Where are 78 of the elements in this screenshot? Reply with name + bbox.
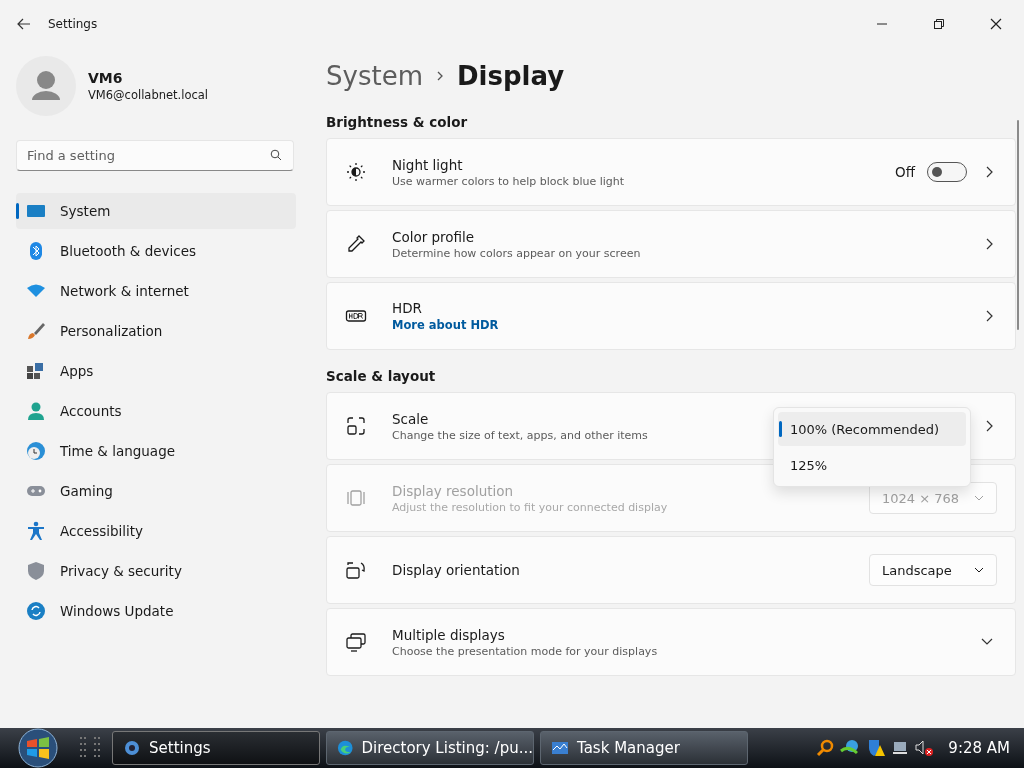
setting-card[interactable]: Display orientation Landscape — [326, 536, 1016, 604]
chart-icon — [551, 739, 569, 757]
nav-item[interactable]: Accessibility — [16, 513, 296, 549]
network-icon — [840, 739, 861, 757]
setting-title: Night light — [392, 156, 463, 173]
rotate-icon — [345, 559, 367, 581]
nav-item[interactable]: Personalization — [16, 313, 296, 349]
clock: 9:28 AM — [948, 739, 1010, 757]
browser-icon — [337, 739, 354, 757]
nav-item[interactable]: System — [16, 193, 296, 229]
magnifier-icon — [816, 739, 835, 757]
section-heading: Brightness & color — [326, 114, 469, 130]
setting-title: Display orientation — [392, 562, 520, 578]
resize-icon — [345, 487, 367, 509]
taskbar-button[interactable]: Task Manager — [540, 731, 748, 765]
toggle-switch[interactable] — [927, 162, 967, 182]
sun-icon — [345, 161, 367, 183]
chevron-right-icon — [985, 310, 993, 322]
nav-item[interactable]: Apps — [16, 353, 296, 389]
setting-description: Determine how colors appear on your screen — [392, 246, 641, 260]
section-heading: Scale & layout — [326, 368, 437, 384]
nav-item[interactable]: Gaming — [16, 473, 296, 509]
setting-card[interactable]: Multiple displays Choose the presentation mode for your displays — [326, 608, 1016, 676]
setting-title: Scale — [392, 410, 429, 427]
more-link[interactable]: More about HDR — [392, 318, 499, 332]
chevron-right-icon — [985, 238, 993, 250]
search-icon — [270, 149, 282, 161]
chevron-down-icon — [974, 495, 984, 501]
setting-description: Use warmer colors to help block blue light — [392, 174, 625, 188]
chevron-down-icon — [981, 638, 993, 646]
nav-item[interactable]: Time & language — [16, 433, 296, 469]
display-icon — [892, 740, 909, 756]
nav-icon — [26, 321, 46, 341]
gear-icon — [123, 739, 141, 757]
search-field[interactable]: Find a setting — [16, 140, 294, 171]
nav-icon — [26, 601, 46, 621]
setting-title: Color profile — [392, 228, 475, 245]
nav-icon — [26, 441, 46, 461]
setting-description: Change the size of text, apps, and other items — [392, 428, 648, 442]
nav-icon — [26, 521, 46, 541]
taskbar-button[interactable]: Settings — [112, 731, 320, 765]
nav-icon — [26, 401, 46, 421]
nav-icon — [26, 561, 46, 581]
nav-item[interactable]: Accounts — [16, 393, 296, 429]
user-email: VM6@collabnet.local — [88, 88, 209, 102]
shield-warning-icon — [866, 739, 887, 757]
dropper-icon — [345, 233, 367, 255]
muted-speaker-icon — [914, 739, 935, 757]
nav-item[interactable]: Bluetooth & devices — [16, 233, 296, 269]
setting-description: Choose the presentation mode for your displays — [392, 644, 658, 658]
chevron-right-icon — [985, 166, 993, 178]
setting-description: Adjust the resolution to fit your connected display — [392, 500, 668, 514]
nav-item[interactable]: Windows Update — [16, 593, 296, 629]
setting-title: HDR — [392, 300, 422, 316]
window-title: Settings — [48, 17, 98, 31]
back-arrow-icon — [17, 18, 31, 30]
nav-icon — [26, 361, 46, 381]
nav-item[interactable]: Privacy & security — [16, 553, 296, 589]
avatar-icon — [16, 56, 76, 116]
chevron-right-icon — [985, 420, 993, 432]
scrollbar[interactable] — [1017, 120, 1019, 330]
chevron-down-icon — [974, 567, 984, 573]
toggle-state: Off — [895, 164, 915, 180]
breadcrumb-link[interactable]: System — [326, 61, 423, 91]
page-title: Display — [456, 61, 565, 91]
setting-card[interactable]: Night light Use warmer colors to help block blue light Off — [326, 138, 1016, 206]
setting-title: Multiple displays — [392, 626, 505, 643]
menu-option[interactable]: 100% (Recommended) — [778, 412, 966, 446]
setting-card[interactable]: HDR More about HDR — [326, 282, 1016, 350]
restore-icon — [932, 18, 945, 30]
monitors-icon — [345, 631, 367, 653]
dropdown[interactable]: Landscape — [869, 554, 997, 586]
taskbar-button[interactable]: Directory Listing: /pu... — [326, 731, 534, 765]
setting-card[interactable]: Color profile Determine how colors appear on your screen — [326, 210, 1016, 278]
scale-icon — [345, 415, 367, 437]
user-name: VM6 — [88, 70, 124, 86]
close-icon — [989, 18, 1002, 30]
nav-item[interactable]: Network & internet — [16, 273, 296, 309]
